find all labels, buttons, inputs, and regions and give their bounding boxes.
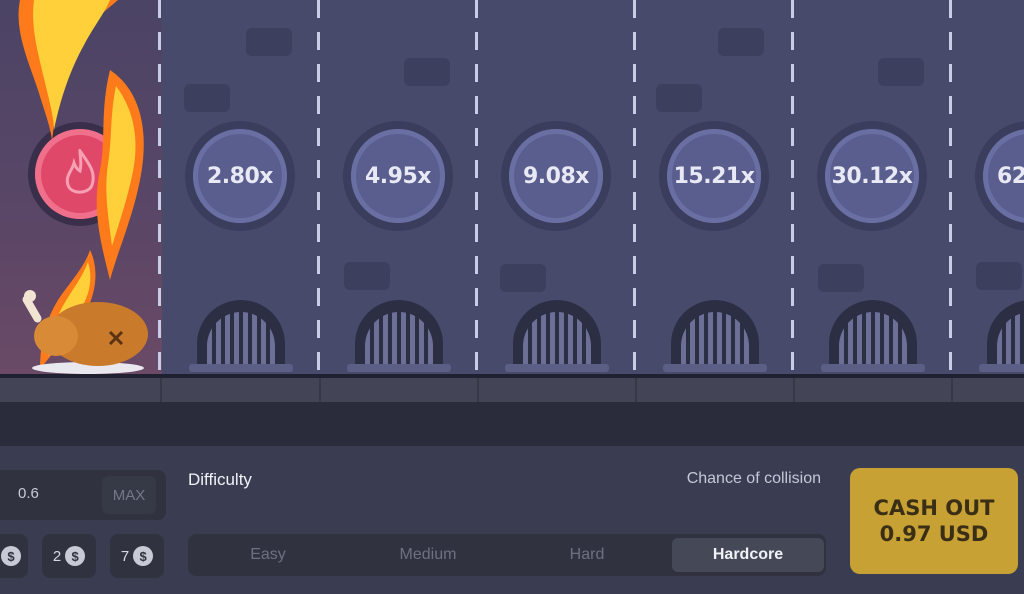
brick bbox=[246, 28, 292, 56]
multiplier-coin[interactable]: 30.12x bbox=[817, 121, 927, 231]
lane-divider bbox=[317, 0, 320, 376]
bet-preset-chip[interactable]: $ bbox=[0, 534, 28, 578]
brick bbox=[976, 262, 1022, 290]
roast-chicken-icon bbox=[22, 290, 148, 374]
manhole-icon bbox=[189, 300, 293, 372]
manhole-icon bbox=[821, 300, 925, 372]
tab-hard[interactable]: Hard bbox=[511, 538, 663, 572]
lane-divider bbox=[475, 0, 478, 376]
tab-easy[interactable]: Easy bbox=[192, 538, 344, 572]
manhole-icon bbox=[505, 300, 609, 372]
chip-value: 2 bbox=[52, 547, 62, 565]
road-seam bbox=[477, 378, 479, 402]
lane-divider bbox=[633, 0, 636, 376]
multiplier-coin[interactable]: 62. bbox=[975, 121, 1024, 231]
multiplier-label: 15.21x bbox=[673, 163, 755, 189]
max-bet-button[interactable]: MAX bbox=[102, 476, 156, 514]
brick bbox=[656, 84, 702, 112]
manhole-icon bbox=[979, 300, 1024, 372]
multiplier-coin[interactable]: 15.21x bbox=[659, 121, 769, 231]
bet-preset-chip[interactable]: 7 $ bbox=[110, 534, 164, 578]
brick bbox=[344, 262, 390, 290]
cash-out-amount: 0.97 USD bbox=[879, 522, 989, 546]
brick bbox=[404, 58, 450, 86]
brick bbox=[818, 264, 864, 292]
multiplier-coin[interactable]: 4.95x bbox=[343, 121, 453, 231]
multiplier-label: 30.12x bbox=[831, 163, 913, 189]
multiplier-label: 2.80x bbox=[207, 163, 273, 189]
dollar-icon: $ bbox=[1, 546, 21, 566]
bet-preset-chip[interactable]: 2 $ bbox=[42, 534, 96, 578]
road-seam bbox=[793, 378, 795, 402]
brick bbox=[718, 28, 764, 56]
multiplier-label: 62. bbox=[997, 163, 1024, 189]
road-seam bbox=[160, 378, 162, 402]
cash-out-button[interactable]: CASH OUT 0.97 USD bbox=[850, 468, 1018, 574]
start-zone bbox=[0, 0, 162, 376]
collision-chance-label: Chance of collision bbox=[686, 470, 821, 487]
cash-out-label: CASH OUT bbox=[873, 496, 995, 520]
road-seam bbox=[951, 378, 953, 402]
chip-value: 7 bbox=[120, 547, 130, 565]
manhole-icon bbox=[663, 300, 767, 372]
road-seam bbox=[319, 378, 321, 402]
brick bbox=[184, 84, 230, 112]
multiplier-label: 9.08x bbox=[523, 163, 589, 189]
lane-divider bbox=[949, 0, 952, 376]
tab-medium[interactable]: Medium bbox=[352, 538, 504, 572]
lane-divider bbox=[791, 0, 794, 376]
brick bbox=[878, 58, 924, 86]
dollar-icon: $ bbox=[133, 546, 154, 566]
game-board: 2.80x 4.95x 9.08x 15.21x 30.12x 62. bbox=[0, 0, 1024, 376]
difficulty-label: Difficulty bbox=[188, 470, 252, 489]
multiplier-coin[interactable]: 2.80x bbox=[185, 121, 295, 231]
multiplier-label: 4.95x bbox=[365, 163, 431, 189]
road-shadow bbox=[0, 402, 1024, 446]
road-strip bbox=[0, 378, 1024, 402]
dollar-icon: $ bbox=[65, 546, 86, 566]
road-seam bbox=[635, 378, 637, 402]
multiplier-coin[interactable]: 9.08x bbox=[501, 121, 611, 231]
brick bbox=[500, 264, 546, 292]
tab-hardcore[interactable]: Hardcore bbox=[672, 538, 824, 572]
manhole-icon bbox=[347, 300, 451, 372]
bet-amount-value: 0.6 bbox=[18, 485, 39, 502]
lane-divider bbox=[158, 0, 161, 376]
